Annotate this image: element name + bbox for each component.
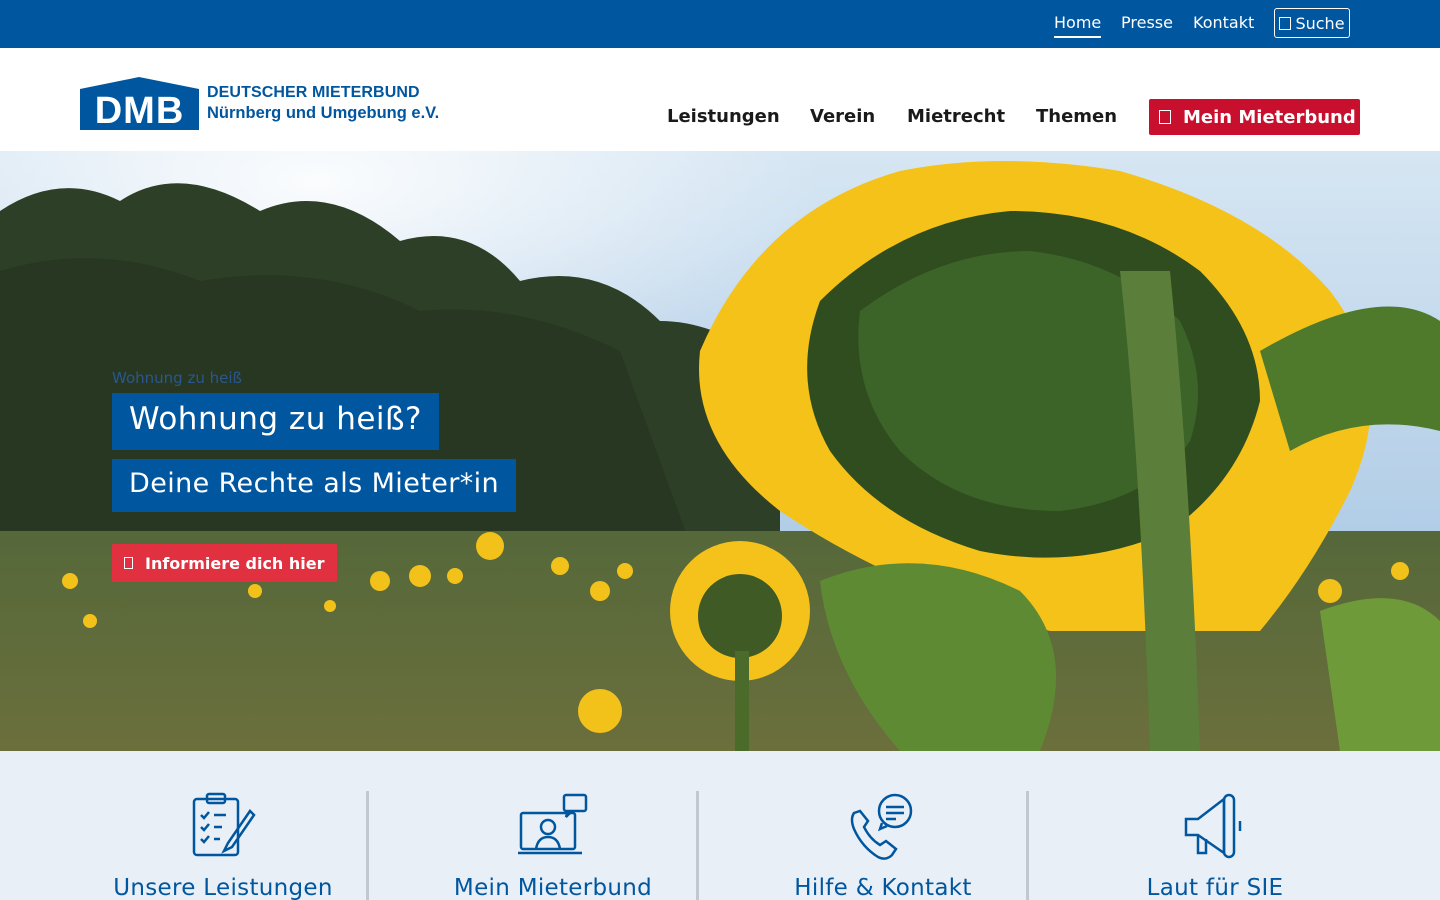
nav-item-themen[interactable]: Themen xyxy=(1036,106,1117,127)
dmb-logo[interactable]: DMB DEUTSCHER MIETERBUND Nürnberg und Um… xyxy=(80,76,439,130)
feature-label: Hilfe & Kontakt xyxy=(794,875,972,900)
feature-divider xyxy=(366,791,369,900)
feature-mein-mieterbund[interactable]: Mein Mieterbund xyxy=(403,791,703,900)
topnav-kontakt-link[interactable]: Kontakt xyxy=(1193,13,1254,32)
hero-title: Wohnung zu heiß? xyxy=(112,393,440,450)
hero-sunflower-image xyxy=(0,151,1440,751)
nav-item-verein[interactable]: Verein xyxy=(810,106,875,127)
site-header: DMB DEUTSCHER MIETERBUND Nürnberg und Um… xyxy=(0,48,1440,151)
feature-label: Mein Mieterbund xyxy=(453,875,653,900)
hero-cta-button[interactable]: Informiere dich hier xyxy=(112,544,337,582)
hero-cta-label: Informiere dich hier xyxy=(145,553,325,573)
nav-item-mietrecht[interactable]: Mietrecht xyxy=(907,106,1005,127)
search-icon xyxy=(1279,16,1292,30)
dmb-logo-mark: DMB xyxy=(80,76,199,130)
logo-mark-text: DMB xyxy=(95,90,185,130)
megaphone-icon xyxy=(1184,793,1242,859)
nav-item-leistungen[interactable]: Leistungen xyxy=(667,106,780,127)
hero-kicker: Wohnung zu heiß xyxy=(112,369,242,387)
hero-subtitle: Deine Rechte als Mieter*in xyxy=(112,459,517,512)
feature-divider xyxy=(1026,791,1029,900)
person-laptop-chat-icon xyxy=(518,793,588,855)
search-button-label: Suche xyxy=(1295,13,1345,33)
logo-line-2: Nürnberg und Umgebung e.V. xyxy=(207,104,440,122)
hero-banner: Wohnung zu heiß Wohnung zu heiß? Deine R… xyxy=(0,151,1440,751)
mein-mieterbund-label: Mein Mieterbund xyxy=(1183,106,1356,128)
feature-unsere-leistungen[interactable]: Unsere Leistungen xyxy=(73,791,373,900)
search-button[interactable]: Suche xyxy=(1274,8,1350,38)
feature-hilfe-kontakt[interactable]: Hilfe & Kontakt xyxy=(733,791,1033,900)
topnav-presse-link[interactable]: Presse xyxy=(1121,13,1173,32)
feature-divider xyxy=(696,791,699,900)
feature-label: Laut für SIE xyxy=(1146,875,1284,900)
chevron-right-icon xyxy=(124,557,133,569)
phone-chat-icon xyxy=(850,793,913,860)
top-utility-bar: Home Presse Kontakt Suche xyxy=(0,0,1440,48)
clipboard-pen-icon xyxy=(192,792,256,857)
logo-wordmark: DEUTSCHER MIETERBUND Nürnberg und Umgebu… xyxy=(207,83,439,123)
logo-line-1: DEUTSCHER MIETERBUND xyxy=(207,84,420,101)
lock-icon xyxy=(1159,110,1171,124)
topnav-home-link[interactable]: Home xyxy=(1054,13,1102,38)
feature-label: Unsere Leistungen xyxy=(113,875,333,900)
mein-mieterbund-button[interactable]: Mein Mieterbund xyxy=(1149,99,1360,135)
feature-laut-fuer-sie[interactable]: Laut für SIE xyxy=(1065,791,1365,900)
feature-strip: Unsere Leistungen Mein Mieterbund Hilfe … xyxy=(0,751,1440,900)
